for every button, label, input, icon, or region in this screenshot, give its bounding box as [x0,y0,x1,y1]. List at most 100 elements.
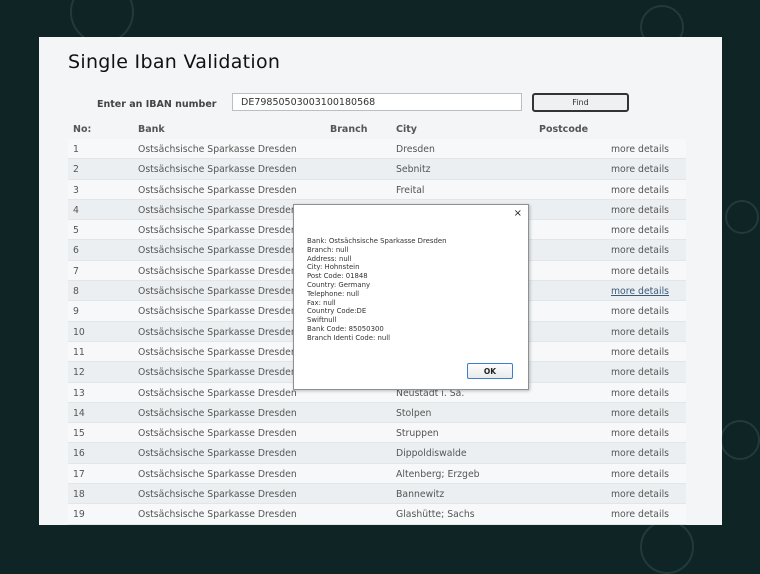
row-bank: Ostsächsische Sparkasse Dresden [138,448,297,460]
row-city: Freital [396,184,425,196]
dialog-detail-line: Branch: null [307,245,349,254]
dialog-detail-line: Address: null [307,254,352,263]
row-bank: Ostsächsische Sparkasse Dresden [138,326,297,338]
more-details-link[interactable]: more details [611,327,669,338]
row-city: Dresden [396,144,435,155]
row-number: 17 [73,468,85,480]
row-city: Altenberg; Erzgeb [396,468,480,480]
row-city: Glashütte; Sachs [396,509,475,521]
more-details-link[interactable]: more details [611,205,669,216]
dialog-detail-line: Country: Germany [307,280,371,289]
row-bank: Ostsächsische Sparkasse Dresden [138,286,297,298]
header-city: City [396,124,417,135]
table-row: 15 Ostsächsische Sparkasse Dresden Struppe… [68,423,686,444]
more-details-link[interactable]: more details [611,428,669,439]
row-number: 13 [73,387,85,399]
more-details-link[interactable]: more details [611,408,669,419]
details-dialog: × Bank: Ostsächsische Sparkasse Dresden B… [293,204,529,390]
row-bank: Ostsächsische Sparkasse Dresden [138,367,297,379]
header-no: No: [73,124,92,135]
dialog-detail-line: Swiftnull [307,316,337,325]
row-bank: Ostsächsische Sparkasse Dresden [138,407,297,419]
table-row: 17 Ostsächsische Sparkasse Dresden Altenbe… [68,463,686,485]
row-bank: Ostsächsische Sparkasse Dresden [138,387,297,399]
more-details-link[interactable]: more details [611,367,669,378]
row-bank: Ostsächsische Sparkasse Dresden [138,265,297,277]
dialog-body: Bank: Ostsächsische Sparkasse Dresden Bra… [307,237,522,343]
row-bank: Ostsächsische Sparkasse Dresden [138,489,297,501]
background-swirl [640,520,694,574]
dialog-detail-line: Fax: null [307,298,336,307]
row-number: 7 [73,265,79,277]
dialog-detail-line: Country Code:DE [307,307,367,316]
more-details-link[interactable]: more details [611,185,669,196]
more-details-link[interactable]: more details [611,347,669,358]
row-number: 18 [73,489,85,501]
row-city: Sebnitz [396,164,431,176]
more-details-link[interactable]: more details [611,286,669,297]
page-title: Single Iban Validation [68,51,281,73]
row-number: 6 [73,245,79,257]
row-number: 8 [73,286,79,298]
row-number: 14 [73,407,85,419]
table-row: 16 Ostsächsische Sparkasse Dresden Dippold… [68,443,686,464]
row-bank: Ostsächsische Sparkasse Dresden [138,144,297,155]
dialog-detail-line: Branch Identi Code: null [307,333,391,342]
table-header: No: Bank Branch City Postcode [68,121,686,140]
ok-button[interactable]: OK [467,363,513,379]
row-bank: Ostsächsische Sparkasse Dresden [138,184,297,196]
row-bank: Ostsächsische Sparkasse Dresden [138,204,297,216]
dialog-detail-line: Telephone: null [307,289,360,298]
background-swirl [725,200,759,234]
background-swirl [720,420,760,460]
more-details-link[interactable]: more details [611,266,669,277]
row-bank: Ostsächsische Sparkasse Dresden [138,428,297,440]
more-details-link[interactable]: more details [611,469,669,480]
more-details-link[interactable]: more details [611,509,669,520]
row-bank: Ostsächsische Sparkasse Dresden [138,468,297,480]
row-number: 3 [73,184,79,196]
row-bank: Ostsächsische Sparkasse Dresden [138,225,297,237]
row-bank: Ostsächsische Sparkasse Dresden [138,164,297,176]
find-button[interactable]: Find [532,93,629,112]
table-row: 1 Ostsächsische Sparkasse Dresden Dresden m… [68,139,686,160]
dialog-detail-line: Bank Code: 85050300 [307,324,384,333]
table-row: 14 Ostsächsische Sparkasse Dresden Stolpen… [68,402,686,424]
row-number: 19 [73,509,85,521]
row-number: 1 [73,144,79,155]
row-number: 12 [73,367,85,379]
row-number: 4 [73,204,79,216]
dialog-detail-line: Post Code: 01848 [307,272,368,281]
table-row: 19 Ostsächsische Sparkasse Dresden Glashüt… [68,504,686,525]
more-details-link[interactable]: more details [611,164,669,175]
row-number: 16 [73,448,85,460]
row-number: 10 [73,326,85,338]
more-details-link[interactable]: more details [611,448,669,459]
row-number: 5 [73,225,79,237]
header-branch: Branch [330,124,368,135]
iban-label: Enter an IBAN number [97,99,217,110]
row-number: 2 [73,164,79,176]
more-details-link[interactable]: more details [611,306,669,317]
more-details-link[interactable]: more details [611,225,669,236]
table-row: 18 Ostsächsische Sparkasse Dresden Bannewi… [68,484,686,505]
row-bank: Ostsächsische Sparkasse Dresden [138,245,297,257]
row-bank: Ostsächsische Sparkasse Dresden [138,306,297,318]
more-details-link[interactable]: more details [611,245,669,256]
dialog-detail-line: Bank: Ostsächsische Sparkasse Dresden [307,237,447,245]
row-city: Struppen [396,428,439,440]
header-postcode: Postcode [539,124,589,135]
row-bank: Ostsächsische Sparkasse Dresden [138,509,297,521]
table-row: 2 Ostsächsische Sparkasse Dresden Sebnitz m… [68,159,686,180]
row-number: 11 [73,346,85,358]
row-number: 15 [73,428,85,440]
row-city: Stolpen [396,407,432,419]
close-icon[interactable]: × [514,208,522,219]
more-details-link[interactable]: more details [611,144,669,155]
row-city: Bannewitz [396,489,445,501]
more-details-link[interactable]: more details [611,489,669,500]
iban-input[interactable] [232,93,522,111]
dialog-detail-line: City: Hohnstein [307,263,360,272]
more-details-link[interactable]: more details [611,388,669,399]
header-bank: Bank [138,124,165,135]
